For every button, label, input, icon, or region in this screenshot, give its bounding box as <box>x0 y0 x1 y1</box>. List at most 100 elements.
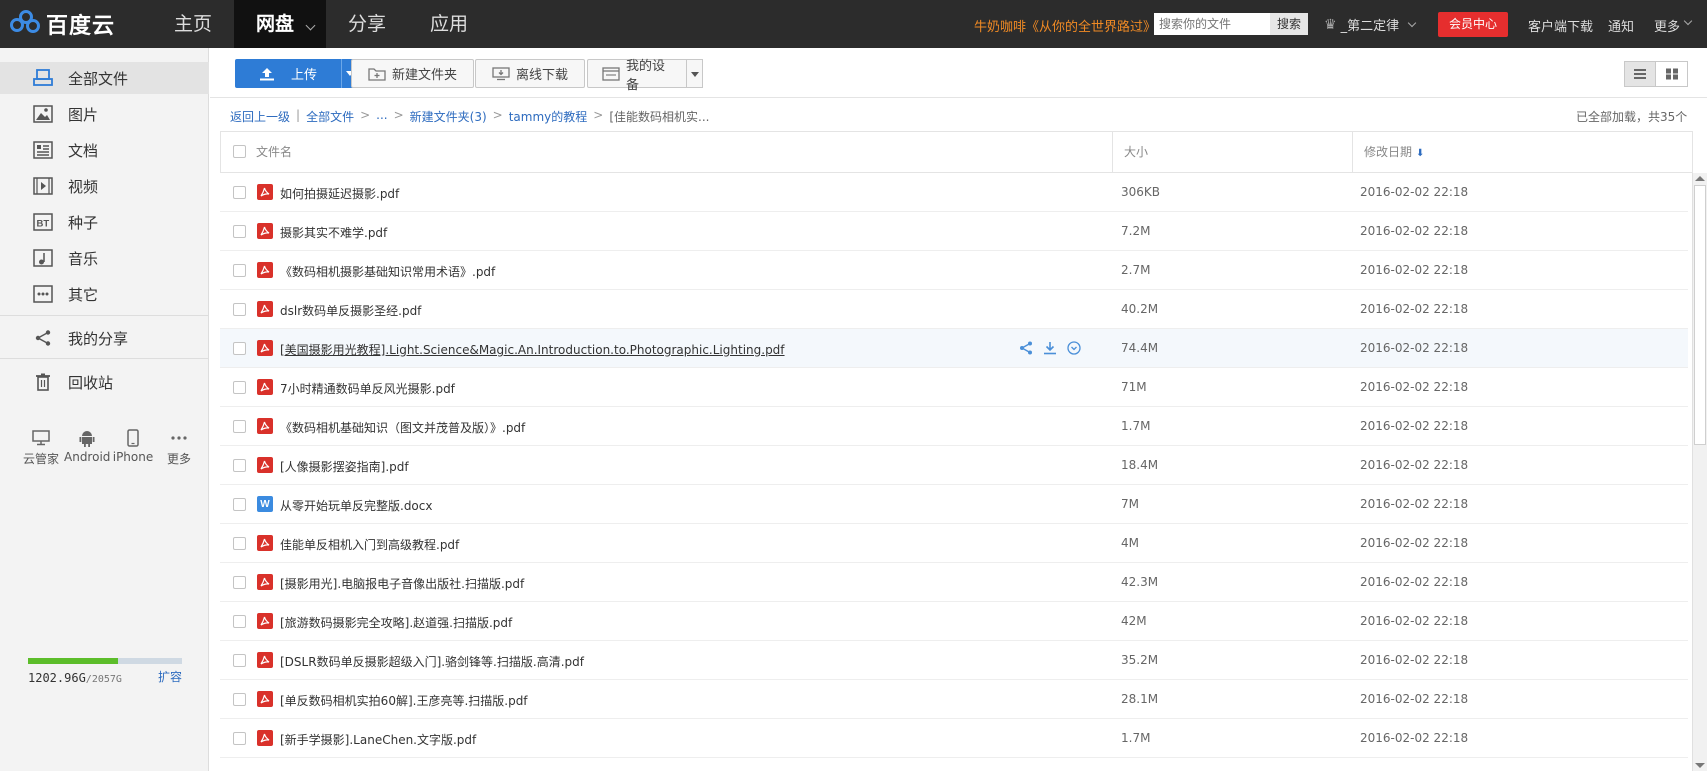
table-row[interactable]: 佳能单反相机入门到高级教程.pdf 4M 2016-02-02 22:18 <box>220 524 1688 563</box>
client-download-link[interactable]: 客户端下载 <box>1528 16 1593 35</box>
nav-home[interactable]: 主页 <box>152 0 234 48</box>
table-row[interactable]: [摄影用光].电脑报电子音像出版社.扫描版.pdf 42.3M 2016-02-02… <box>220 563 1688 602</box>
file-name[interactable]: [单反数码相机实拍60解].王彦亮等.扫描版.pdf <box>280 692 528 709</box>
file-name[interactable]: 7小时精通数码单反风光摄影.pdf <box>280 380 455 397</box>
device-more[interactable]: 更多 <box>156 426 202 467</box>
sidebar-item-videos[interactable]: 视频 <box>0 170 209 202</box>
file-name[interactable]: 佳能单反相机入门到高级教程.pdf <box>280 536 459 553</box>
column-header-size[interactable]: 大小 <box>1124 132 1148 172</box>
scroll-thumb[interactable] <box>1694 185 1706 445</box>
more-menu[interactable]: 更多 <box>1654 16 1680 35</box>
row-checkbox[interactable] <box>233 303 246 316</box>
row-checkbox[interactable] <box>233 498 246 511</box>
row-checkbox[interactable] <box>233 420 246 433</box>
file-name[interactable]: 从零开始玩单反完整版.docx <box>280 497 432 514</box>
row-checkbox[interactable] <box>233 342 246 355</box>
sidebar-item-images[interactable]: 图片 <box>0 98 209 130</box>
search-button[interactable]: 搜索 <box>1270 13 1308 35</box>
storage-quota-text: 1202.96G/2057G <box>28 671 122 685</box>
row-checkbox[interactable] <box>233 615 246 628</box>
file-name[interactable]: 如何拍摄延迟摄影.pdf <box>280 185 399 202</box>
crown-icon: ♛ <box>1324 16 1337 33</box>
sidebar-item-all-files[interactable]: 全部文件 <box>0 62 209 94</box>
nav-netdisk[interactable]: 网盘 <box>234 0 327 48</box>
row-checkbox[interactable] <box>233 459 246 472</box>
device-android[interactable]: Android <box>64 426 110 467</box>
breadcrumb-ellipsis[interactable]: ... <box>376 108 387 125</box>
sidebar-divider <box>0 315 209 316</box>
my-devices-dropdown-button[interactable] <box>687 59 703 88</box>
row-checkbox[interactable] <box>233 537 246 550</box>
file-name[interactable]: [摄影用光].电脑报电子音像出版社.扫描版.pdf <box>280 575 524 592</box>
column-header-name[interactable]: 文件名 <box>256 132 292 172</box>
list-view-button[interactable] <box>1625 62 1657 86</box>
column-header-date[interactable]: 修改日期 ⬇ <box>1364 132 1424 172</box>
table-row[interactable]: 7小时精通数码单反风光摄影.pdf 71M 2016-02-02 22:18 <box>220 368 1688 407</box>
file-name[interactable]: 摄影其实不难学.pdf <box>280 224 387 241</box>
breadcrumb-back[interactable]: 返回上一级 <box>230 108 290 125</box>
table-row[interactable]: W 从零开始玩单反完整版.docx 7M 2016-02-02 22:18 <box>220 485 1688 524</box>
search-input[interactable] <box>1154 13 1270 35</box>
row-checkbox[interactable] <box>233 732 246 745</box>
row-checkbox[interactable] <box>233 576 246 589</box>
table-row[interactable]: [DSLR数码单反摄影超级入门].骆剑锋等.扫描版.高清.pdf 35.2M 201… <box>220 641 1688 680</box>
table-row[interactable]: 如何拍摄延迟摄影.pdf 306KB 2016-02-02 22:18 <box>220 173 1688 212</box>
table-row[interactable]: 《数码相机摄影基础知识常用术语》.pdf 2.7M 2016-02-02 22:18 <box>220 251 1688 290</box>
row-checkbox[interactable] <box>233 225 246 238</box>
file-name[interactable]: 《数码相机摄影基础知识常用术语》.pdf <box>280 263 495 280</box>
offline-download-button[interactable]: 离线下载 <box>475 59 586 88</box>
sidebar-item-my-share[interactable]: 我的分享 <box>0 322 209 354</box>
notifications-link[interactable]: 通知 <box>1608 16 1634 35</box>
sidebar-item-other[interactable]: 其它 <box>0 278 209 310</box>
sidebar-item-documents[interactable]: 文档 <box>0 134 209 166</box>
row-checkbox[interactable] <box>233 186 246 199</box>
table-row[interactable]: 《数码相机基础知识（图文并茂普及版）》.pdf 1.7M 2016-02-02 22… <box>220 407 1688 446</box>
breadcrumb-folder[interactable]: tammy的教程 <box>509 108 588 125</box>
scroll-down-icon[interactable] <box>1695 763 1705 768</box>
table-row[interactable]: 摄影其实不难学.pdf 7.2M 2016-02-02 22:18 <box>220 212 1688 251</box>
table-row[interactable]: [单反数码相机实拍60解].王彦亮等.扫描版.pdf 28.1M 2016-02-0… <box>220 680 1688 719</box>
file-name[interactable]: [旅游数码摄影完全攻略].赵道强.扫描版.pdf <box>280 614 512 631</box>
scrollbar[interactable] <box>1692 173 1707 771</box>
nav-apps[interactable]: 应用 <box>408 0 490 48</box>
row-checkbox[interactable] <box>233 264 246 277</box>
file-name[interactable]: [人像摄影摆姿指南].pdf <box>280 458 409 475</box>
upload-button[interactable]: 上传 <box>235 59 341 88</box>
select-all-checkbox[interactable] <box>233 145 246 158</box>
table-row[interactable]: [旅游数码摄影完全攻略].赵道强.扫描版.pdf 42M 2016-02-02 22… <box>220 602 1688 641</box>
breadcrumb-folder[interactable]: 新建文件夹(3) <box>410 108 487 125</box>
quota-total: /2057G <box>85 674 122 685</box>
breadcrumb-all-files[interactable]: 全部文件 <box>306 108 354 125</box>
vip-center-button[interactable]: 会员中心 <box>1438 12 1508 37</box>
sidebar-item-music[interactable]: 音乐 <box>0 242 209 274</box>
device-iphone[interactable]: iPhone <box>110 426 156 467</box>
table-row[interactable]: [新手学摄影].LaneChen.文字版.pdf 1.7M 2016-02-02 2… <box>220 719 1688 758</box>
file-name[interactable]: dslr数码单反摄影圣经.pdf <box>280 302 421 319</box>
share-icon[interactable] <box>1018 340 1034 356</box>
table-row[interactable]: dslr数码单反摄影圣经.pdf 40.2M 2016-02-02 22:18 <box>220 290 1688 329</box>
my-devices-button[interactable]: 我的设备 <box>587 59 687 93</box>
row-checkbox[interactable] <box>233 654 246 667</box>
row-checkbox[interactable] <box>233 693 246 706</box>
grid-view-button[interactable] <box>1656 62 1687 86</box>
table-row[interactable]: [人像摄影摆姿指南].pdf 18.4M 2016-02-02 22:18 <box>220 446 1688 485</box>
view-toggle <box>1624 61 1688 87</box>
nav-share[interactable]: 分享 <box>326 0 408 48</box>
scroll-up-icon[interactable] <box>1695 176 1705 181</box>
device-cloud-manager[interactable]: 云管家 <box>18 426 64 467</box>
expand-storage-link[interactable]: 扩容 <box>158 668 182 685</box>
file-name[interactable]: 《数码相机基础知识（图文并茂普及版）》.pdf <box>280 419 525 436</box>
download-icon[interactable] <box>1042 340 1058 356</box>
table-row[interactable]: [美国摄影用光教程].Light.Science&Magic.An.Introd… <box>220 329 1688 368</box>
file-name[interactable]: [美国摄影用光教程].Light.Science&Magic.An.Introd… <box>280 341 785 358</box>
new-folder-button[interactable]: 新建文件夹 <box>351 59 475 88</box>
user-menu[interactable]: ♛ _第二定律 <box>1324 15 1417 34</box>
promo-link[interactable]: 牛奶咖啡《从你的全世界路过》 <box>974 16 1156 35</box>
sidebar-item-torrents[interactable]: BT 种子 <box>0 206 209 238</box>
logo[interactable]: 百度云 <box>10 9 115 39</box>
more-options-icon[interactable] <box>1066 340 1082 356</box>
sidebar-item-recycle-bin[interactable]: 回收站 <box>0 366 209 398</box>
row-checkbox[interactable] <box>233 381 246 394</box>
file-name[interactable]: [新手学摄影].LaneChen.文字版.pdf <box>280 731 476 748</box>
file-name[interactable]: [DSLR数码单反摄影超级入门].骆剑锋等.扫描版.高清.pdf <box>280 653 584 670</box>
